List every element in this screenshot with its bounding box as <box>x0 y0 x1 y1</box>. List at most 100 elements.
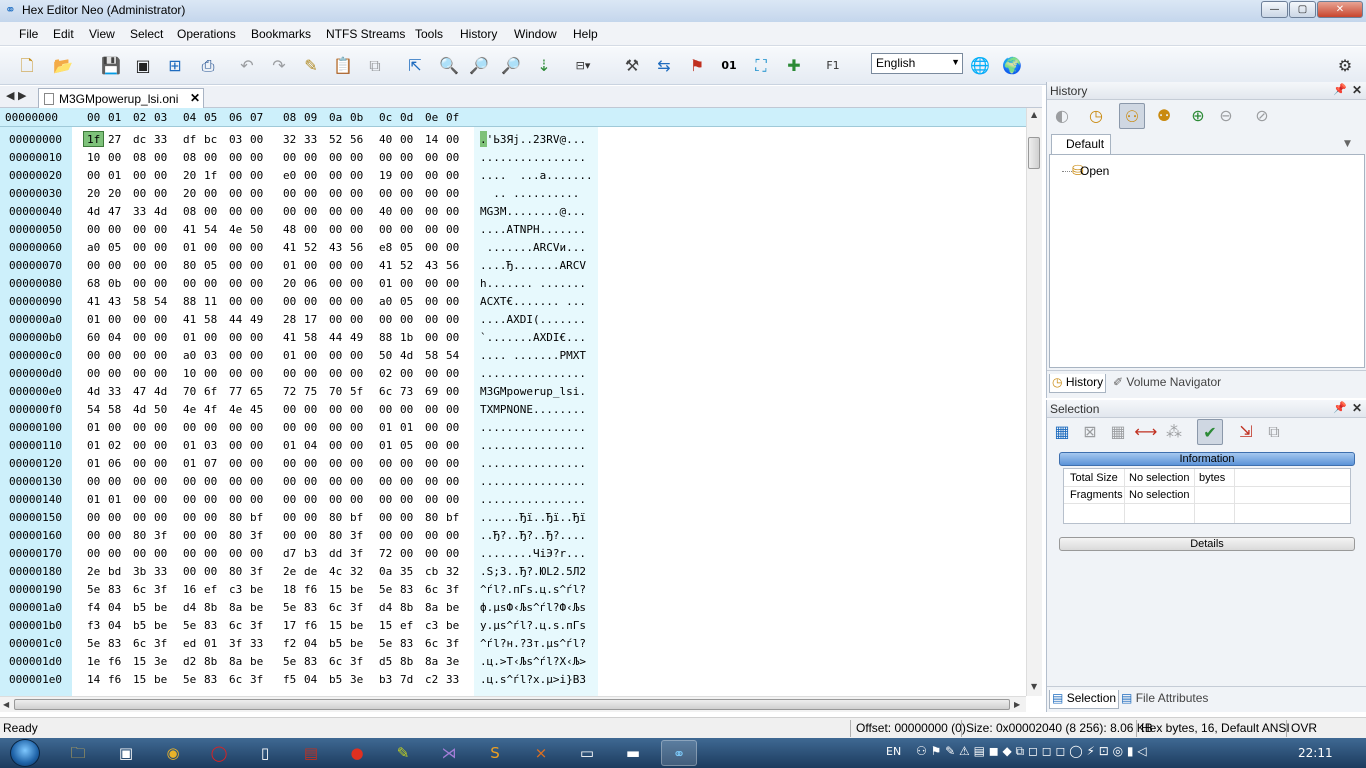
hex-byte[interactable]: 00 <box>425 529 438 542</box>
hex-byte[interactable]: 00 <box>425 547 438 560</box>
hex-byte[interactable]: 8a <box>425 655 438 668</box>
hex-byte[interactable]: 49 <box>250 313 263 326</box>
ascii-text[interactable]: .......ARCVи... <box>480 241 586 254</box>
tool-icon[interactable]: ⚒ <box>619 53 645 79</box>
hex-byte[interactable]: 0b <box>108 277 121 290</box>
hex-byte[interactable]: 1b <box>400 331 413 344</box>
hex-byte[interactable]: d5 <box>379 655 392 668</box>
hex-byte[interactable]: 00 <box>304 169 317 182</box>
help-icon[interactable]: F1 <box>820 53 846 79</box>
hex-byte[interactable]: 00 <box>446 421 459 434</box>
hex-byte[interactable]: f6 <box>108 655 121 668</box>
hex-byte[interactable]: 68 <box>87 277 100 290</box>
hex-row[interactable]: 00000050 00 00 00 00 41 54 4e 50 48 00 00 00 00 00 00 00… <box>0 221 1026 239</box>
hex-byte[interactable]: 80 <box>329 511 342 524</box>
hex-byte[interactable]: 00 <box>400 205 413 218</box>
hex-byte[interactable]: 8a <box>425 601 438 614</box>
hex-byte[interactable]: 00 <box>283 529 296 542</box>
close-icon[interactable]: ✕ <box>1352 401 1362 415</box>
tab-selection[interactable]: ▤ Selection <box>1049 690 1120 709</box>
ascii-text[interactable]: .ц.>Т‹Љѕ^ѓl?Х‹Љ> <box>480 655 586 668</box>
hex-byte[interactable]: 00 <box>379 151 392 164</box>
menu-operations[interactable]: Operations <box>177 27 236 41</box>
hex-row[interactable]: 00000070 00 00 00 00 80 05 00 00 01 00 00 00 41 52 43 56… <box>0 257 1026 275</box>
hex-byte[interactable]: 00 <box>329 277 342 290</box>
hex-byte[interactable]: 44 <box>329 331 342 344</box>
hex-byte[interactable]: 3b <box>133 565 146 578</box>
ascii-text[interactable]: ......Ђї..Ђї..Ђї <box>480 511 586 524</box>
hex-byte[interactable]: 06 <box>304 277 317 290</box>
hex-byte[interactable]: 00 <box>329 169 342 182</box>
hex-byte[interactable]: 6c <box>133 583 146 596</box>
hex-byte[interactable]: f6 <box>304 583 317 596</box>
hex-row[interactable]: 000000b0 60 04 00 00 01 00 00 00 41 58 44 49 88 1b 00 00… <box>0 329 1026 347</box>
hex-byte[interactable]: 00 <box>154 277 167 290</box>
hex-row[interactable]: 000001a0 f4 04 b5 be d4 8b 8a be 5e 83 6c 3f d4 8b 8a be… <box>0 599 1026 617</box>
hex-byte[interactable]: 83 <box>400 637 413 650</box>
hex-byte[interactable]: 20 <box>183 187 196 200</box>
hex-byte[interactable]: 00 <box>304 187 317 200</box>
hex-byte[interactable]: 03 <box>204 349 217 362</box>
hex-byte[interactable]: 00 <box>229 421 242 434</box>
hex-byte[interactable]: 3f <box>446 583 459 596</box>
options-icon[interactable]: ⚙ <box>1332 53 1358 79</box>
hex-byte[interactable]: 00 <box>229 457 242 470</box>
ascii-text[interactable]: ................ <box>480 421 586 434</box>
hex-byte[interactable]: 00 <box>87 547 100 560</box>
hex-byte[interactable]: 00 <box>204 331 217 344</box>
hex-byte[interactable]: 50 <box>250 223 263 236</box>
hex-byte[interactable]: 00 <box>304 457 317 470</box>
hex-byte[interactable]: d4 <box>379 601 392 614</box>
ascii-text[interactable]: у.µѕ^ѓl?.ц.ѕ.пГѕ <box>480 619 586 632</box>
hex-byte[interactable]: ef <box>204 583 217 596</box>
hex-byte[interactable]: 48 <box>283 223 296 236</box>
hex-byte[interactable]: 00 <box>204 367 217 380</box>
hex-byte[interactable]: 33 <box>133 205 146 218</box>
hex-byte[interactable]: 41 <box>283 331 296 344</box>
hex-byte[interactable]: 00 <box>283 367 296 380</box>
hex-byte[interactable]: 00 <box>446 187 459 200</box>
hex-byte[interactable]: 3f <box>350 529 363 542</box>
hex-byte[interactable]: 47 <box>108 205 121 218</box>
hex-byte[interactable]: 5e <box>183 673 196 686</box>
select-copy-icon[interactable]: ⧉ <box>1261 419 1287 445</box>
save-as-icon[interactable]: ⊞ <box>162 53 188 79</box>
hex-byte[interactable]: 00 <box>250 547 263 560</box>
bytes-view-icon[interactable]: ⊟▾ <box>570 53 596 79</box>
hex-row[interactable]: 00000060 a0 05 00 00 01 00 00 00 41 52 43 56 e8 05 00 00… <box>0 239 1026 257</box>
hex-byte[interactable]: 27 <box>108 133 121 146</box>
menu-view[interactable]: View <box>89 27 115 41</box>
hex-byte[interactable]: 00 <box>133 439 146 452</box>
hex-byte[interactable]: 3f <box>250 673 263 686</box>
hex-byte[interactable]: 00 <box>304 349 317 362</box>
hex-byte[interactable]: 00 <box>379 511 392 524</box>
hex-byte[interactable]: 00 <box>425 313 438 326</box>
hex-byte[interactable]: 88 <box>379 331 392 344</box>
hex-row[interactable]: 00000160 00 00 80 3f 00 00 80 3f 00 00 80 3f 00 00 00 00… <box>0 527 1026 545</box>
hex-byte[interactable]: 00 <box>446 529 459 542</box>
hex-byte[interactable]: 00 <box>329 367 342 380</box>
hex-byte[interactable]: 00 <box>400 277 413 290</box>
hex-byte[interactable]: 20 <box>283 277 296 290</box>
hex-byte[interactable]: 00 <box>133 493 146 506</box>
hex-byte[interactable]: 04 <box>304 439 317 452</box>
ascii-text[interactable]: h....... ....... <box>480 277 586 290</box>
hex-byte[interactable]: 4e <box>229 223 242 236</box>
scroll-down-icon[interactable]: ▼ <box>1031 682 1037 691</box>
hex-row[interactable]: 00000100 01 00 00 00 00 00 00 00 00 00 00 00 01 01 00 00… <box>0 419 1026 437</box>
hex-byte[interactable]: 00 <box>425 403 438 416</box>
hex-byte[interactable]: 05 <box>108 241 121 254</box>
hex-byte[interactable]: 4d <box>400 349 413 362</box>
hex-byte[interactable]: b5 <box>329 673 342 686</box>
hex-byte[interactable]: 3f <box>350 547 363 560</box>
hex-byte[interactable]: 33 <box>446 673 459 686</box>
new-file-icon[interactable]: 🗋 <box>14 53 40 79</box>
clock[interactable]: 22:11 <box>1298 746 1333 760</box>
ascii-text[interactable]: ACXT€....... ... <box>480 295 586 308</box>
compare-icon[interactable]: ⇆ <box>651 53 677 79</box>
hex-byte[interactable]: 00 <box>400 529 413 542</box>
hex-byte[interactable]: 00 <box>229 187 242 200</box>
hex-byte[interactable]: b5 <box>329 637 342 650</box>
hex-byte[interactable]: 01 <box>87 493 100 506</box>
hex-byte[interactable]: 00 <box>229 241 242 254</box>
